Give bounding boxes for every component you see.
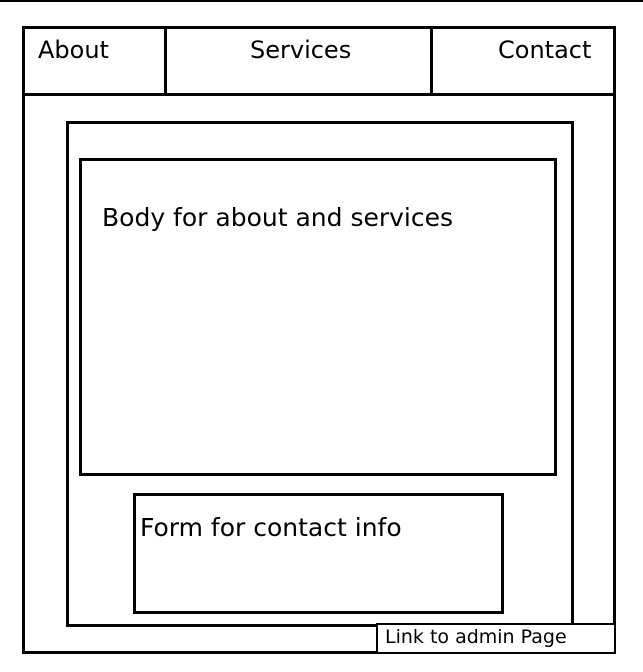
nav-item-about[interactable]: About xyxy=(38,36,109,64)
top-rule xyxy=(0,0,643,2)
contact-form-label: Form for contact info xyxy=(140,513,402,542)
nav-item-contact[interactable]: Contact xyxy=(498,36,591,64)
nav-divider-2 xyxy=(430,26,433,94)
nav-divider-1 xyxy=(164,26,167,94)
body-section-label: Body for about and services xyxy=(102,203,454,232)
contact-form-section xyxy=(133,493,504,614)
admin-link-label[interactable]: Link to admin Page xyxy=(385,626,567,649)
nav-item-services[interactable]: Services xyxy=(250,36,351,64)
